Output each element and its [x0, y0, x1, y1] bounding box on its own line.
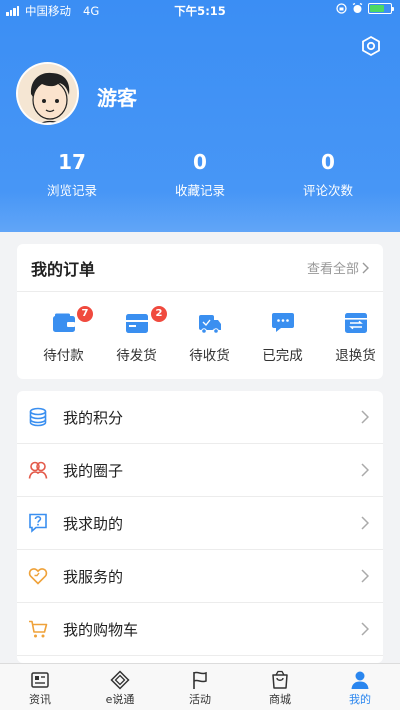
order-completed[interactable]: 已完成	[246, 292, 319, 378]
profile-header: 中国移动 4G 下午5:15 游客 17 浏览记录 0 收藏记录 0 评论次数	[0, 0, 400, 232]
tab-e-shuotong[interactable]: e说通	[80, 664, 160, 710]
question-icon	[29, 513, 47, 533]
menu-item-label: 我的积分	[63, 408, 124, 427]
order-label: 待收货	[189, 348, 230, 364]
menu-item-label: 我求助的	[63, 514, 124, 533]
avatar-illustration-icon	[18, 64, 77, 123]
order-return-exchange[interactable]: 退换货	[319, 292, 392, 378]
alarm-icon	[352, 3, 363, 13]
order-pending-payment[interactable]: 7 待付款	[27, 292, 100, 378]
tab-label: 商城	[269, 693, 291, 706]
tab-label: 我的	[349, 693, 371, 706]
tab-label: 活动	[189, 693, 211, 706]
people-icon	[28, 461, 48, 479]
status-bar: 中国移动 4G 下午5:15	[0, 0, 400, 20]
orders-card: 我的订单 查看全部 7 待付款 2 待发货 待收货 已完成 退换货	[17, 244, 383, 379]
tab-news[interactable]: 资讯	[0, 664, 80, 710]
chevron-right-icon	[361, 463, 369, 477]
badge-count: 7	[77, 306, 93, 322]
tab-mall[interactable]: 商城	[240, 664, 320, 710]
stat-comments[interactable]: 0 评论次数	[273, 150, 383, 199]
order-label: 待发货	[116, 348, 157, 364]
cart-icon	[29, 620, 48, 638]
truck-icon	[198, 315, 221, 334]
stat-value: 0	[321, 150, 335, 174]
view-all-label: 查看全部	[306, 262, 359, 277]
stat-value: 0	[193, 150, 207, 174]
heart-icon	[28, 568, 48, 585]
diamond-icon	[110, 670, 130, 690]
orders-header: 我的订单 查看全部	[17, 244, 383, 292]
menu-list: 我的积分 我的圈子 我求助的 我服务的 我的购物车	[17, 391, 383, 663]
coins-icon	[29, 407, 47, 427]
user-icon	[351, 671, 369, 689]
menu-item-label: 我服务的	[63, 567, 124, 586]
stat-label: 评论次数	[302, 183, 353, 198]
stat-value: 17	[58, 150, 86, 174]
order-label: 已完成	[262, 348, 303, 364]
menu-item-label: 我的圈子	[63, 461, 124, 480]
order-pending-receipt[interactable]: 待收货	[173, 292, 246, 378]
tab-activities[interactable]: 活动	[160, 664, 240, 710]
stat-label: 浏览记录	[46, 183, 97, 198]
chevron-right-icon	[362, 262, 369, 273]
order-label: 退换货	[335, 348, 376, 364]
orders-title: 我的订单	[31, 259, 96, 279]
bag-icon	[272, 670, 288, 689]
flag-icon	[193, 671, 207, 689]
package-icon	[125, 314, 148, 333]
wallet-icon	[52, 313, 75, 332]
menu-item-points[interactable]: 我的积分	[17, 391, 383, 444]
stat-favorites[interactable]: 0 收藏记录	[145, 150, 255, 199]
view-all-orders-link[interactable]: 查看全部	[307, 258, 369, 277]
chevron-right-icon	[361, 410, 369, 424]
chevron-right-icon	[361, 622, 369, 636]
stat-browse-history[interactable]: 17 浏览记录	[17, 150, 127, 199]
tab-label: 资讯	[29, 693, 51, 706]
stat-label: 收藏记录	[174, 183, 225, 198]
avatar[interactable]	[16, 62, 79, 125]
menu-item-circles[interactable]: 我的圈子	[17, 444, 383, 497]
badge-count: 2	[151, 306, 167, 322]
chevron-right-icon	[361, 516, 369, 530]
chevron-right-icon	[361, 569, 369, 583]
username: 游客	[97, 86, 137, 110]
menu-item-services[interactable]: 我服务的	[17, 550, 383, 603]
settings-icon[interactable]	[360, 35, 382, 57]
exchange-icon	[344, 313, 367, 333]
rotation-lock-icon	[336, 3, 347, 14]
news-icon	[31, 672, 49, 688]
tab-label: e说通	[105, 693, 135, 706]
menu-item-cart[interactable]: 我的购物车	[17, 603, 383, 656]
menu-item-help-requests[interactable]: 我求助的	[17, 497, 383, 550]
order-pending-shipment[interactable]: 2 待发货	[100, 292, 173, 378]
menu-item-label: 我的购物车	[63, 620, 139, 639]
order-label: 待付款	[43, 348, 84, 364]
chat-dots-icon	[271, 313, 294, 332]
battery-icon	[368, 3, 394, 14]
tab-me[interactable]: 我的	[320, 664, 400, 710]
tab-bar: 资讯 e说通 活动 商城 我的	[0, 663, 400, 710]
